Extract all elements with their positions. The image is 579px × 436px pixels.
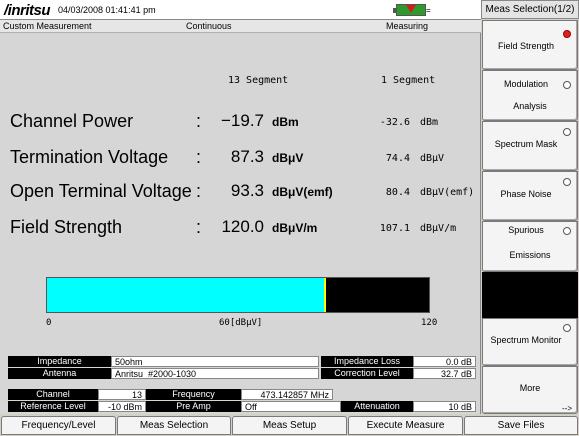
- impedance-value: 50ohm: [111, 356, 319, 367]
- measurement-unit: dBμV/m: [272, 221, 318, 235]
- softkey-label: Field Strength: [497, 41, 555, 51]
- channel-label: Channel: [8, 389, 98, 400]
- single-segment-unit: dBμV: [420, 153, 445, 164]
- softkey-label: More: [519, 383, 541, 393]
- soft-key-menu: Meas Selection(1/2) Field Strength Modul…: [481, 0, 579, 414]
- radio-selected-icon: [563, 30, 571, 38]
- radio-unselected-icon: [563, 227, 571, 235]
- scale-mid-label: 60[dBμV]: [219, 318, 263, 328]
- softkey-blank: [482, 272, 578, 318]
- measurement-row-open-terminal-voltage: Open Terminal Voltage : 93.3 dBμV(emf) 8…: [0, 181, 481, 209]
- level-bar-graph: [46, 277, 430, 313]
- softkey-more[interactable]: More -->: [482, 366, 578, 414]
- softkey-spurious-emissions[interactable]: Spurious Emissions: [482, 221, 578, 272]
- antenna-label: Antenna: [8, 368, 111, 379]
- key-meas-selection[interactable]: Meas Selection: [117, 416, 231, 435]
- softkey-label: Spectrum Mask: [494, 139, 558, 149]
- single-segment-unit: dBm: [420, 117, 439, 128]
- softkey-label: Phase Noise: [500, 189, 552, 199]
- function-key-bar: Frequency/Level Meas Selection Meas Setu…: [0, 414, 579, 436]
- level-bar-fill: [47, 278, 325, 312]
- key-meas-setup[interactable]: Meas Setup: [232, 416, 347, 435]
- impedance-loss-value: 0.0 dB: [413, 356, 476, 367]
- channel-value: 13: [98, 389, 146, 400]
- preamp-value: Off: [241, 401, 341, 412]
- level-bar-marker: [323, 278, 326, 312]
- segment-header-single: 1 Segment: [381, 75, 436, 86]
- key-execute-measure[interactable]: Execute Measure: [348, 416, 463, 435]
- measurement-row-termination-voltage: Termination Voltage : 87.3 dBμV 74.4 dBμ…: [0, 147, 481, 175]
- impedance-loss-label: Impedance Loss: [321, 356, 413, 367]
- scale-max-label: 120: [421, 318, 438, 328]
- single-segment-value: -32.6: [379, 117, 410, 128]
- measurement-value: 87.3: [230, 147, 264, 166]
- measurement-value: 93.3: [230, 181, 264, 200]
- measurement-value: −19.7: [220, 111, 264, 130]
- menu-title: Meas Selection(1/2): [481, 0, 579, 19]
- radio-unselected-icon: [563, 81, 571, 89]
- key-save-files[interactable]: Save Files: [464, 416, 578, 435]
- status-mode: Custom Measurement: [3, 21, 92, 31]
- measurement-unit: dBm: [272, 115, 299, 129]
- status-sweep: Continuous: [186, 21, 232, 31]
- measurement-unit: dBμV(emf): [272, 185, 333, 199]
- softkey-modulation-analysis[interactable]: Modulation Analysis: [482, 70, 578, 121]
- single-segment-unit: dBμV/m: [420, 223, 457, 234]
- measurement-label: Channel Power: [10, 111, 134, 131]
- attenuation-label: Attenuation: [341, 401, 413, 412]
- radio-unselected-icon: [563, 324, 571, 332]
- softkey-label: Spectrum Monitor: [490, 335, 562, 345]
- measurement-label: Open Terminal Voltage: [10, 181, 192, 201]
- more-arrow-icon: -->: [562, 404, 572, 413]
- measurement-row-channel-power: Channel Power : −19.7 dBm -32.6 dBm: [0, 111, 481, 139]
- brand-logo: /inritsu: [4, 2, 51, 19]
- single-segment-value: 107.1: [379, 223, 410, 234]
- status-state: Measuring: [386, 21, 429, 31]
- single-segment-value: 74.4: [385, 153, 410, 164]
- softkey-field-strength[interactable]: Field Strength: [482, 20, 578, 70]
- single-segment-value: 80.4: [385, 187, 410, 198]
- attenuation-value: 10 dB: [413, 401, 476, 412]
- measurement-label: Field Strength: [10, 217, 123, 237]
- reference-level-label: Reference Level: [8, 401, 98, 412]
- softkey-label-line2: Analysis: [513, 101, 547, 111]
- segment-header-multi: 13 Segment: [228, 75, 289, 86]
- measurement-display: /inritsu 04/03/2008 01:41:41 pm = Custom…: [0, 0, 481, 414]
- radio-unselected-icon: [563, 128, 571, 136]
- impedance-label: Impedance: [8, 356, 111, 367]
- battery-charge-arrow-icon: [406, 5, 416, 13]
- softkey-spectrum-mask[interactable]: Spectrum Mask: [482, 121, 578, 171]
- softkey-spectrum-monitor[interactable]: Spectrum Monitor: [482, 318, 578, 366]
- status-bar: Custom Measurement Continuous Measuring: [0, 20, 481, 33]
- single-segment-unit: dBμV(emf): [420, 187, 475, 198]
- battery-suffix: =: [426, 6, 431, 15]
- softkey-phase-noise[interactable]: Phase Noise: [482, 171, 578, 221]
- scale-min-label: 0: [46, 318, 52, 328]
- datetime: 04/03/2008 01:41:41 pm: [58, 5, 156, 15]
- radio-unselected-icon: [563, 178, 571, 186]
- frequency-label: Frequency: [146, 389, 241, 400]
- antenna-value: Anritsu_#2000-1030: [111, 368, 319, 379]
- measurement-value: 120.0: [221, 217, 264, 236]
- title-bar: /inritsu 04/03/2008 01:41:41 pm =: [0, 0, 481, 20]
- frequency-value: 473.142857 MHz: [241, 389, 333, 400]
- softkey-label: Modulation: [503, 79, 549, 89]
- preamp-label: Pre Amp: [146, 401, 241, 412]
- correction-level-label: Correction Level: [321, 368, 413, 379]
- measurement-unit: dBμV: [272, 151, 304, 165]
- measurement-label: Termination Voltage: [10, 147, 169, 167]
- reference-level-value: -10 dBm: [98, 401, 146, 412]
- key-frequency-level[interactable]: Frequency/Level: [1, 416, 116, 435]
- correction-level-value: 32.7 dB: [413, 368, 476, 379]
- measurement-row-field-strength: Field Strength : 120.0 dBμV/m 107.1 dBμV…: [0, 217, 481, 245]
- softkey-label-line2: Emissions: [509, 250, 551, 260]
- softkey-label: Spurious: [508, 225, 544, 235]
